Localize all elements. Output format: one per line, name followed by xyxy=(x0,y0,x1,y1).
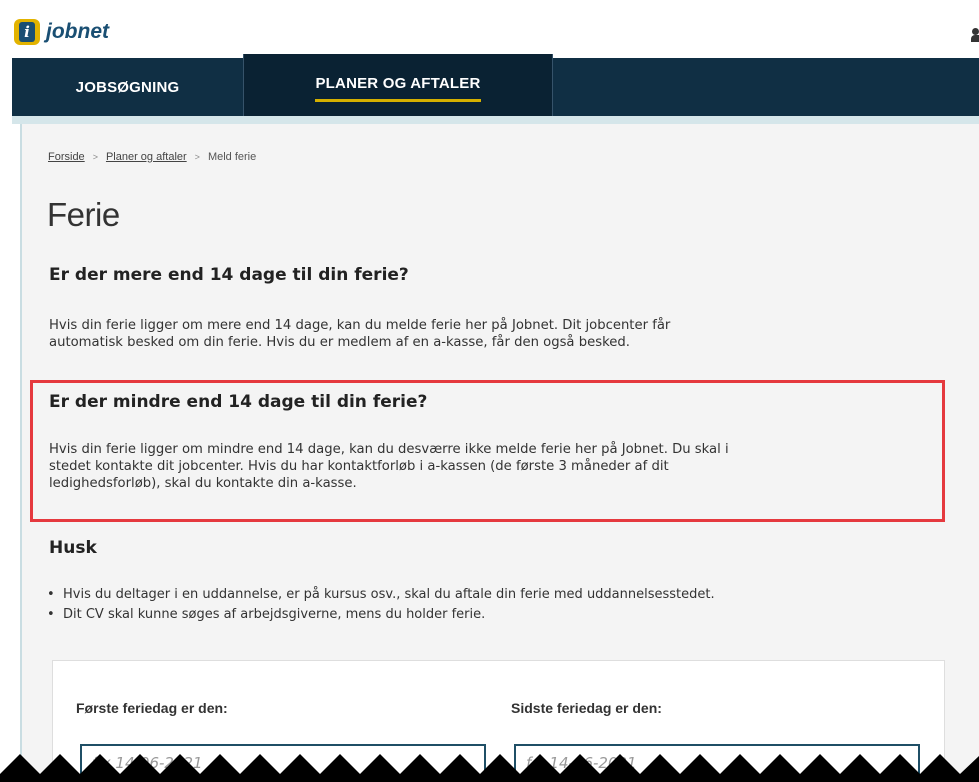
text-line: Hvis din ferie ligger om mindre end 14 d… xyxy=(49,442,729,457)
breadcrumb-separator-icon: > xyxy=(92,152,98,162)
user-icon[interactable] xyxy=(971,28,979,42)
breadcrumb-current: Meld ferie xyxy=(207,151,257,163)
list-item: Hvis du deltager i en uddannelse, er på … xyxy=(47,585,715,605)
nav-tab-label: PLANER OG AFTALER xyxy=(315,75,481,102)
logo-badge-icon: i xyxy=(14,19,40,45)
nav-tab-planer-og-aftaler[interactable]: PLANER OG AFTALER xyxy=(243,54,553,116)
logo-badge-letter: i xyxy=(19,22,35,42)
text-line: stedet kontakte dit jobcenter. Hvis du h… xyxy=(49,459,669,474)
logo-text: jobnet xyxy=(46,20,109,43)
last-day-label: Sidste feriedag er den: xyxy=(511,700,662,716)
nav-tab-jobsogning[interactable]: JOBSØGNING xyxy=(12,58,243,116)
section-heading-husk: Husk xyxy=(49,538,97,558)
top-bar: i jobnet xyxy=(0,0,979,58)
nav-divider-band xyxy=(12,116,979,124)
breadcrumb-separator-icon: > xyxy=(194,152,200,162)
husk-list: Hvis du deltager i en uddannelse, er på … xyxy=(47,585,715,625)
section-text-less-than-14: Hvis din ferie ligger om mindre end 14 d… xyxy=(49,441,929,492)
breadcrumb: Forside > Planer og aftaler > Meld ferie xyxy=(48,151,256,163)
jobnet-logo[interactable]: i jobnet xyxy=(14,19,109,45)
main-navigation: JOBSØGNING PLANER OG AFTALER xyxy=(12,54,979,116)
section-heading-more-than-14: Er der mere end 14 dage til din ferie? xyxy=(49,265,409,285)
text-line: Hvis din ferie ligger om mere end 14 dag… xyxy=(49,318,671,333)
first-day-label: Første feriedag er den: xyxy=(76,700,228,716)
page-title: Ferie xyxy=(47,196,120,233)
text-line: ledighedsforløb), skal du kontakte din a… xyxy=(49,476,357,491)
nav-tab-label: JOBSØGNING xyxy=(75,78,180,96)
breadcrumb-link-forside[interactable]: Forside xyxy=(48,151,85,163)
text-line: automatisk besked om din ferie. Hvis du … xyxy=(49,335,630,350)
section-text-more-than-14: Hvis din ferie ligger om mere end 14 dag… xyxy=(49,317,929,351)
list-item: Dit CV skal kunne søges af arbejdsgivern… xyxy=(47,605,715,625)
breadcrumb-link-planer[interactable]: Planer og aftaler xyxy=(106,151,187,163)
section-heading-less-than-14: Er der mindre end 14 dage til din ferie? xyxy=(49,392,428,412)
torn-edge-decoration xyxy=(0,754,979,782)
